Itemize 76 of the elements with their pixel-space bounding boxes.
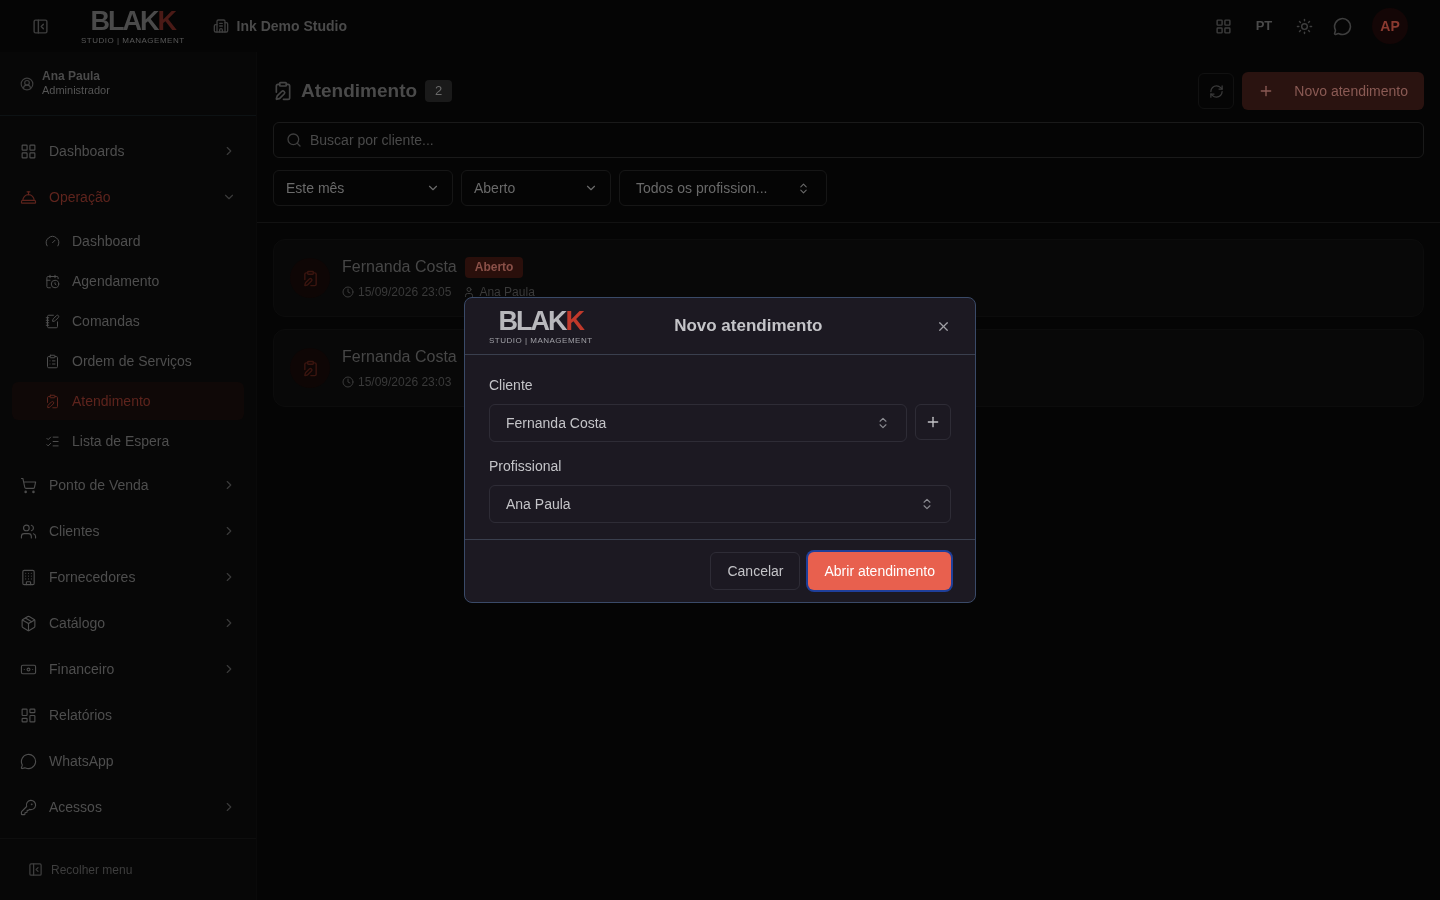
building-icon <box>20 568 37 586</box>
select-field[interactable]: Ana Paula <box>489 485 951 523</box>
filter-select[interactable]: Aberto <box>461 170 611 206</box>
language-button[interactable]: PT <box>1252 16 1276 36</box>
open-button[interactable]: Abrir atendimento <box>808 552 951 590</box>
clock-icon <box>342 286 354 298</box>
sidebar-toggle-icon[interactable] <box>32 17 49 35</box>
search-icon <box>286 132 302 148</box>
search-input[interactable]: Buscar por cliente... <box>310 129 1411 151</box>
sidebar-item[interactable]: Operação <box>0 174 256 220</box>
cart-icon <box>20 476 37 494</box>
clipboard-icon <box>290 348 330 388</box>
collapse-icon <box>28 862 43 877</box>
studio-name: Ink Demo Studio <box>236 16 348 36</box>
theme-sun-icon[interactable] <box>1296 17 1313 35</box>
sidebar-item[interactable]: Catálogo <box>0 600 256 646</box>
sidebar-item[interactable]: Financeiro <box>0 646 256 692</box>
sidebar-item[interactable]: Acessos <box>0 784 256 830</box>
filter-select[interactable]: Todos os profission... <box>619 170 827 206</box>
up-down-icon <box>797 181 810 195</box>
client-name: Fernanda Costa <box>342 257 457 277</box>
building-icon <box>212 18 229 34</box>
select-field[interactable]: Fernanda Costa <box>489 404 907 442</box>
key-icon <box>20 798 37 816</box>
field-label: Cliente <box>489 376 534 395</box>
count-badge: 2 <box>425 80 453 102</box>
gauge-icon <box>45 233 60 249</box>
grid-icon <box>20 706 37 724</box>
new-button[interactable]: Novo atendimento <box>1242 72 1424 110</box>
field-label: Profissional <box>489 457 563 476</box>
sidebar-subitem[interactable]: Dashboard <box>12 222 244 260</box>
sidebar-item[interactable]: Dashboards <box>0 128 256 174</box>
plus-icon <box>925 414 941 430</box>
dialog-title: Novo atendimento <box>674 315 823 338</box>
sidebar-item[interactable]: Relatórios <box>0 692 256 738</box>
sidebar-subitem[interactable]: Atendimento <box>12 382 244 420</box>
logo-tagline: STUDIO | MANAGEMENT <box>81 36 185 45</box>
clipboard-icon <box>45 353 60 369</box>
user-role: Administrador <box>42 84 110 98</box>
sidebar-item[interactable]: Clientes <box>0 508 256 554</box>
sidebar-item[interactable]: Fornecedores <box>0 554 256 600</box>
person-icon <box>463 286 476 298</box>
clipboard-icon <box>290 258 330 298</box>
grid-icon <box>20 142 37 160</box>
calendar-icon <box>45 273 60 289</box>
logo-tagline: STUDIO | MANAGEMENT <box>489 336 593 345</box>
filter-select[interactable]: Este mês <box>273 170 453 206</box>
page-title: Atendimento <box>301 78 418 103</box>
sidebar-item[interactable]: WhatsApp <box>0 738 256 784</box>
checklist-icon <box>45 433 60 449</box>
user-avatar[interactable]: AP <box>1372 8 1408 44</box>
clock-icon <box>342 376 354 388</box>
clipboard-icon <box>273 81 293 101</box>
add-client-button[interactable] <box>915 404 951 440</box>
client-name: Fernanda Costa <box>342 347 457 367</box>
sidebar-subitem[interactable]: Comandas <box>12 302 244 340</box>
search-field[interactable]: Buscar por cliente... <box>273 122 1424 158</box>
sidebar-subitem[interactable]: Lista de Espera <box>12 422 244 460</box>
cancel-button[interactable]: Cancelar <box>710 552 801 590</box>
sidebar-subitem[interactable]: Agendamento <box>12 262 244 300</box>
status-tag: Aberto <box>464 256 524 278</box>
chat-bubble-icon[interactable] <box>1333 16 1352 36</box>
logo-wordmark: BLAKK <box>90 7 176 35</box>
users-icon <box>20 522 37 540</box>
sidebar-subitem[interactable]: Ordem de Serviços <box>12 342 244 380</box>
clipboard-icon <box>45 393 60 409</box>
notebook-icon <box>45 313 60 329</box>
refresh-icon <box>1208 83 1224 99</box>
refresh-button[interactable] <box>1198 73 1235 109</box>
sidebar-item[interactable]: Ponto de Venda <box>0 462 256 508</box>
bell-icon <box>20 188 37 206</box>
apps-grid-icon[interactable] <box>1215 17 1232 35</box>
user-icon <box>20 76 34 91</box>
user-name: Ana Paula <box>42 69 102 85</box>
chat-bubble-icon <box>20 752 37 770</box>
box-icon <box>20 614 37 632</box>
